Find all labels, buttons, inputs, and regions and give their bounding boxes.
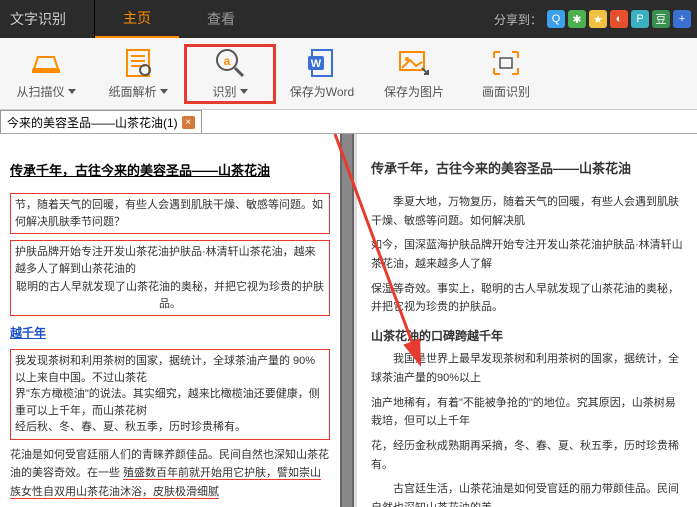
document-tab-strip: 今来的美容圣品——山茶花油(1) ×: [0, 110, 697, 134]
svg-text:W: W: [311, 58, 322, 70]
tab-ocr[interactable]: 文字识别: [0, 0, 95, 38]
region-label: 画面识别: [482, 83, 530, 100]
right-p6: 花，经历金秋成熟期再采摘，冬、春、夏、秋五季，历时珍贵稀有。: [371, 437, 683, 474]
right-sub: 山茶花油的口碑跨越千年: [371, 327, 683, 344]
magnifier-a-icon: a: [213, 47, 247, 79]
top-menubar: 文字识别 主页 查看 分享到： Q ✱ ★ ◐ P 豆 +: [0, 0, 697, 38]
scan-label: 从扫描仪: [16, 83, 64, 100]
image-arrow-icon: [398, 47, 430, 79]
save-image-button[interactable]: 保存为图片: [368, 44, 460, 104]
scanner-icon: [28, 47, 64, 79]
weibo-icon[interactable]: ◐: [610, 10, 628, 28]
share-bar: 分享到： Q ✱ ★ ◐ P 豆 +: [494, 10, 697, 28]
left-pane: 传承千年，古往今来的美容圣品——山茶花油 节，随着天气的回暖，有些人会遇到肌肤干…: [0, 134, 340, 507]
scan-button[interactable]: 从扫描仪: [0, 44, 92, 104]
wechat-icon[interactable]: ✱: [568, 10, 586, 28]
right-p4: 我国是世界上最早发现茶树和利用茶树的国家，据统计，全球茶油产量的90%以上: [371, 350, 683, 387]
ocr-region-3[interactable]: 我发现茶树和利用茶树的国家，据统计，全球茶油产量的 90%以上来自中国。不过山茶…: [10, 349, 330, 440]
content-area: 传承千年，古往今来的美容圣品——山茶花油 节，随着天气的回暖，有些人会遇到肌肤干…: [0, 134, 697, 507]
word-icon: W: [306, 47, 338, 79]
doc-tab-title: 今来的美容圣品——山茶花油(1): [7, 114, 178, 131]
app-icon[interactable]: P: [631, 10, 649, 28]
crop-recognize-icon: [490, 47, 522, 79]
layout-button[interactable]: 纸面解析: [92, 44, 184, 104]
qq-icon[interactable]: Q: [547, 10, 565, 28]
left-subtitle: 越千年: [10, 326, 46, 340]
right-title: 传承千年，古往今来的美容圣品——山茶花油: [371, 158, 683, 177]
close-icon[interactable]: ×: [182, 116, 195, 129]
tab-home[interactable]: 主页: [95, 0, 179, 38]
pane-splitter[interactable]: [340, 134, 354, 507]
save-img-label: 保存为图片: [384, 83, 444, 100]
document-lines-icon: [123, 47, 153, 79]
chevron-down-icon: [160, 89, 168, 94]
chevron-down-icon: [240, 89, 248, 94]
right-p1: 季夏大地，万物复历，随着天气的回暖，有些人会遇到肌肤干燥、敏感等问题。如何解决肌: [371, 193, 683, 230]
recognize-button[interactable]: a 识别: [184, 44, 276, 104]
right-p2: 如今，国深蓝海护肤品牌开始专注开发山茶花油护肤品·林清轩山茶花油，越来越多人了解: [371, 236, 683, 273]
right-p7: 古宫廷生活，山茶花油是如何受官廷的丽力带颜佳品。民间自然也深知山茶花油的美: [371, 480, 683, 507]
tab-view[interactable]: 查看: [179, 0, 263, 38]
ribbon-toolbar: 从扫描仪 纸面解析 a 识别 W 保存为Word 保存为图片 画面识别: [0, 38, 697, 110]
ocr-region-1[interactable]: 节，随着天气的回暖，有些人会遇到肌肤干燥、敏感等问题。如何解决肌肤季节问题？: [10, 193, 330, 234]
qzone-icon[interactable]: ★: [589, 10, 607, 28]
save-word-label: 保存为Word: [290, 83, 354, 100]
save-word-button[interactable]: W 保存为Word: [276, 44, 368, 104]
layout-label: 纸面解析: [108, 83, 156, 100]
more-icon[interactable]: +: [673, 10, 691, 28]
left-title: 传承千年，古往今来的美容圣品——山茶花油: [10, 160, 330, 179]
share-label: 分享到：: [494, 11, 542, 28]
svg-text:a: a: [224, 54, 231, 68]
region-recognize-button[interactable]: 画面识别: [460, 44, 552, 104]
douban-icon[interactable]: 豆: [652, 10, 670, 28]
right-p3: 保湿等奇效。事实上，聪明的古人早就发现了山茶花油的奥秘，并把它视为珍贵的护肤品。: [371, 280, 683, 317]
recognize-label: 识别: [212, 83, 236, 100]
document-tab[interactable]: 今来的美容圣品——山茶花油(1) ×: [0, 110, 202, 133]
right-pane: 传承千年，古往今来的美容圣品——山茶花油 季夏大地，万物复历，随着天气的回暖，有…: [357, 134, 697, 507]
chevron-down-icon: [68, 89, 76, 94]
right-p5: 油产地稀有，有着"不能被争抢的"的地位。究其原因，山茶树易栽培，但可以上千年: [371, 394, 683, 431]
ocr-region-2[interactable]: 护肤品牌开始专注开发山茶花油护肤品·林清轩山茶花油，越来越多人了解到山茶花油的 …: [10, 240, 330, 316]
